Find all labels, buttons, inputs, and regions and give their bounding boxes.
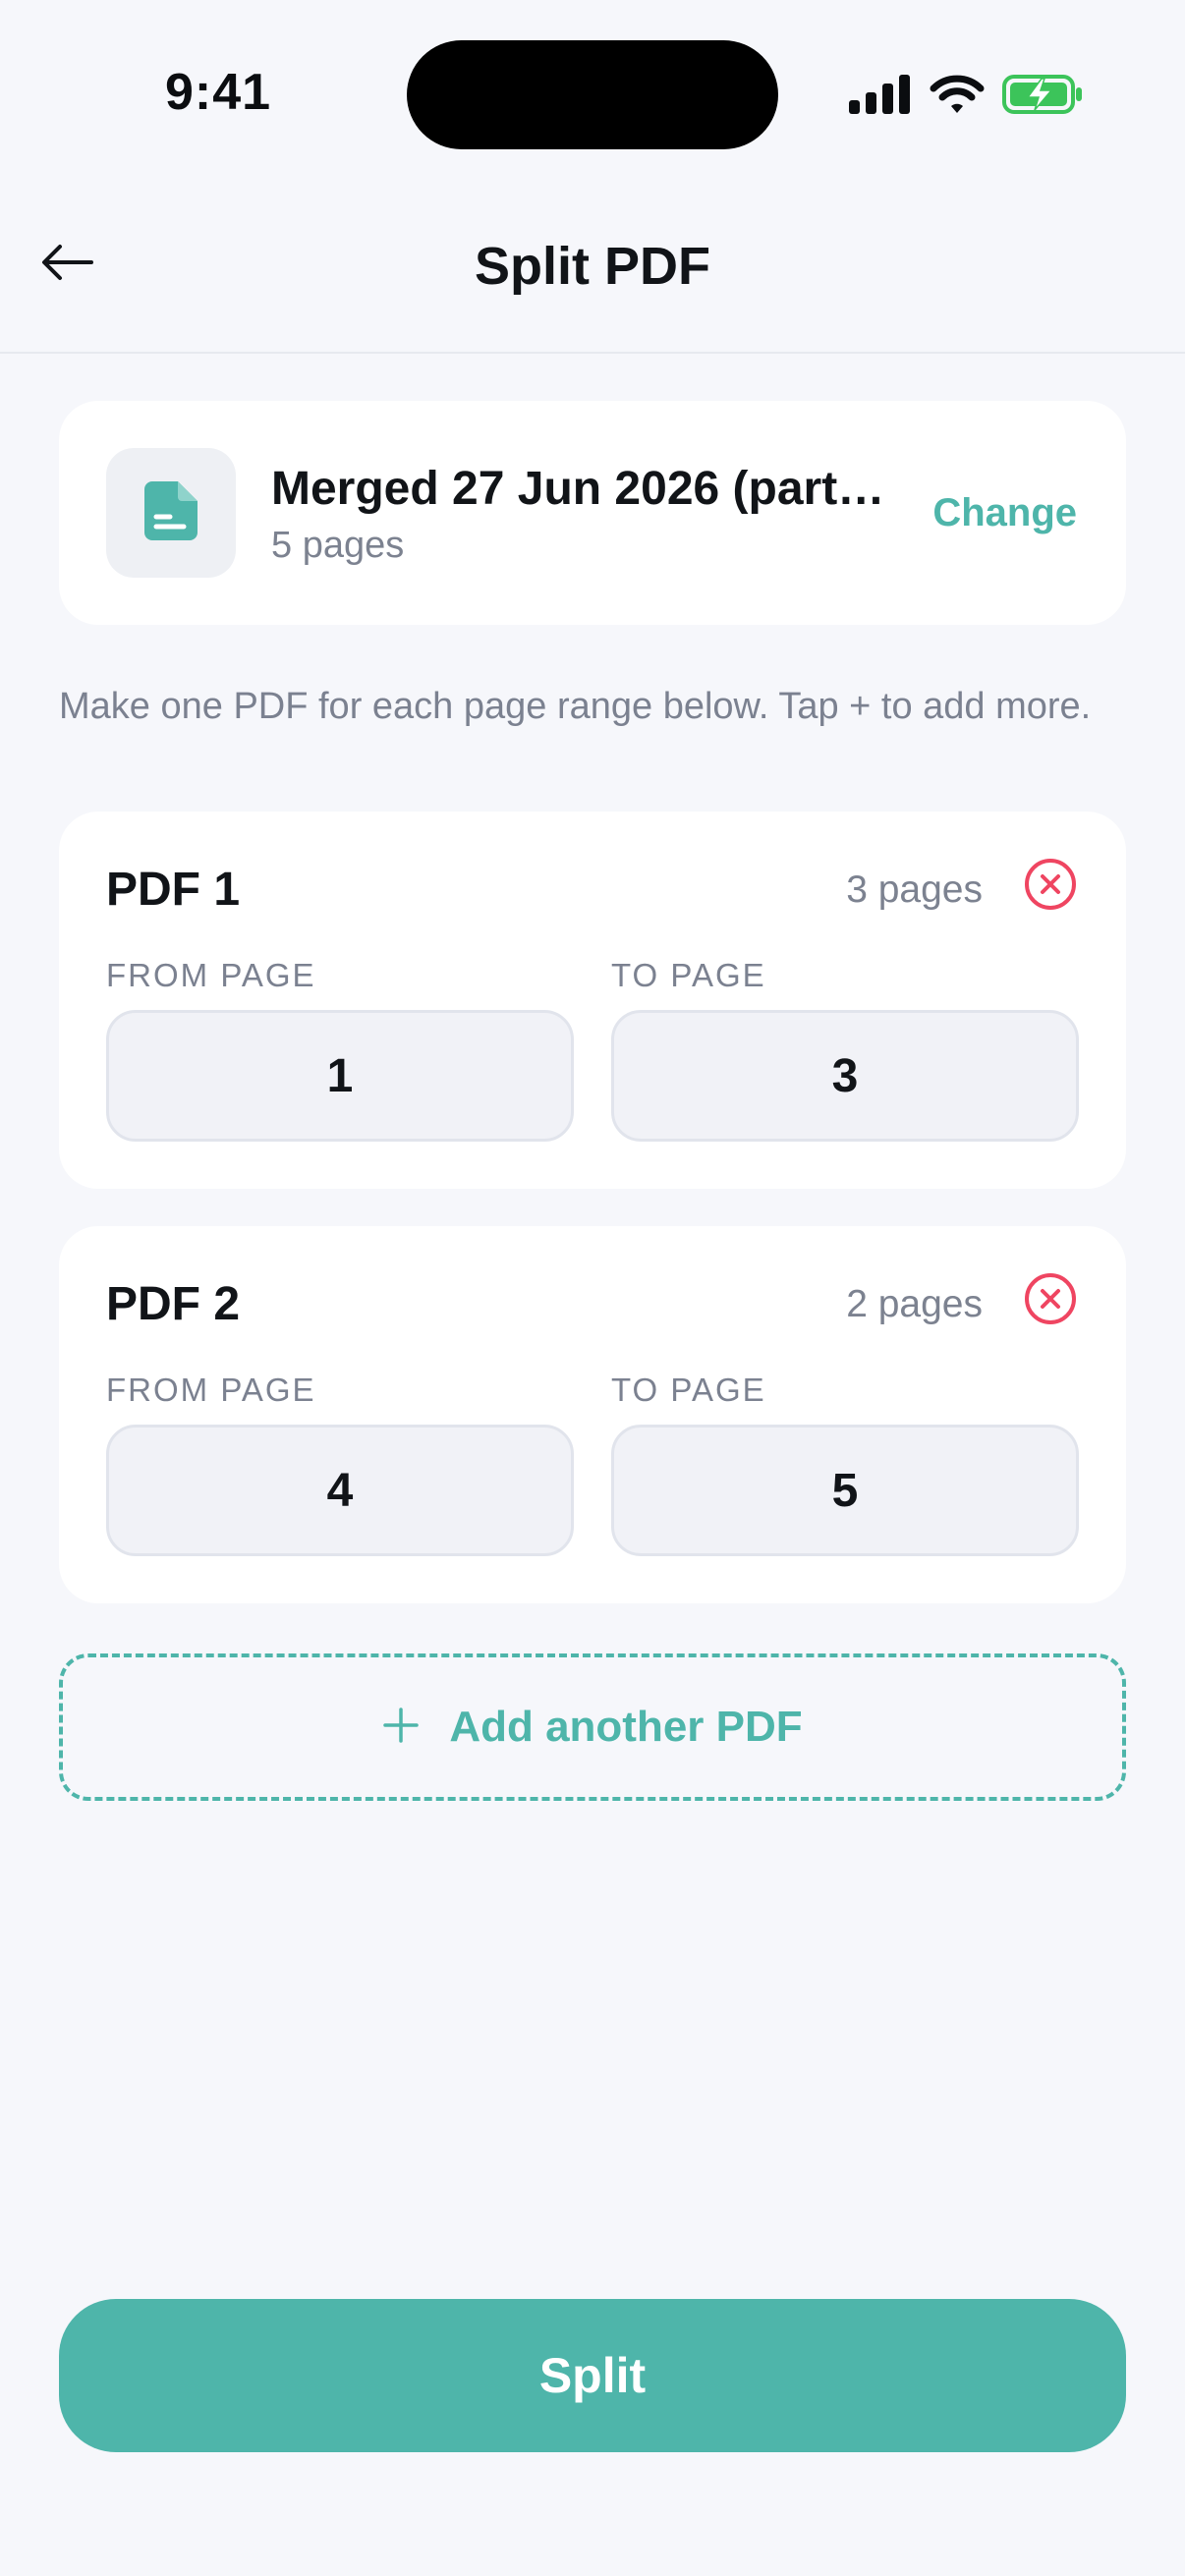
from-page-label: FROM PAGE xyxy=(106,957,316,993)
range-title: PDF 1 xyxy=(106,864,241,916)
to-page-input[interactable] xyxy=(611,1425,1079,1556)
instructions-text: Make one PDF for each page range below. … xyxy=(59,686,1092,727)
close-circle-icon xyxy=(1024,1272,1077,1330)
wifi-icon xyxy=(930,74,985,120)
from-page-input[interactable] xyxy=(106,1010,574,1142)
remove-range-button[interactable] xyxy=(1024,1272,1077,1330)
range-card: PDF 1 3 pages FROM PAGE TO PAGE xyxy=(59,812,1126,1189)
battery-charging-icon xyxy=(1002,73,1085,121)
selected-file-card: Merged 27 Jun 2026 (part… 5 pages Change xyxy=(59,401,1126,625)
range-page-count: 3 pages xyxy=(846,868,983,911)
page-title: Split PDF xyxy=(475,237,710,296)
range-title: PDF 2 xyxy=(106,1278,241,1330)
file-thumbnail xyxy=(106,448,236,578)
add-another-pdf-label: Add another PDF xyxy=(449,1703,803,1751)
remove-range-button[interactable] xyxy=(1024,858,1077,916)
close-circle-icon xyxy=(1024,858,1077,916)
document-icon xyxy=(144,480,198,545)
status-time: 9:41 xyxy=(165,64,272,121)
top-nav-bar: Split PDF xyxy=(0,187,1185,354)
from-page-input[interactable] xyxy=(106,1425,574,1556)
range-card: PDF 2 2 pages FROM PAGE TO PAGE xyxy=(59,1226,1126,1603)
range-page-count: 2 pages xyxy=(846,1283,983,1325)
status-bar: 9:41 xyxy=(0,0,1185,187)
to-page-label: TO PAGE xyxy=(611,1372,766,1408)
to-page-label: TO PAGE xyxy=(611,957,766,993)
plus-icon xyxy=(382,1707,420,1749)
dynamic-island xyxy=(407,40,778,149)
split-button[interactable]: Split xyxy=(59,2299,1126,2452)
change-file-button[interactable]: Change xyxy=(932,491,1077,535)
status-icons xyxy=(849,73,1085,120)
file-name: Merged 27 Jun 2026 (part… xyxy=(271,463,885,515)
add-another-pdf-button[interactable]: Add another PDF xyxy=(59,1653,1126,1801)
cellular-signal-icon xyxy=(849,74,912,119)
split-button-label: Split xyxy=(538,2348,647,2403)
file-page-count: 5 pages xyxy=(271,525,405,566)
to-page-input[interactable] xyxy=(611,1010,1079,1142)
from-page-label: FROM PAGE xyxy=(106,1372,316,1408)
